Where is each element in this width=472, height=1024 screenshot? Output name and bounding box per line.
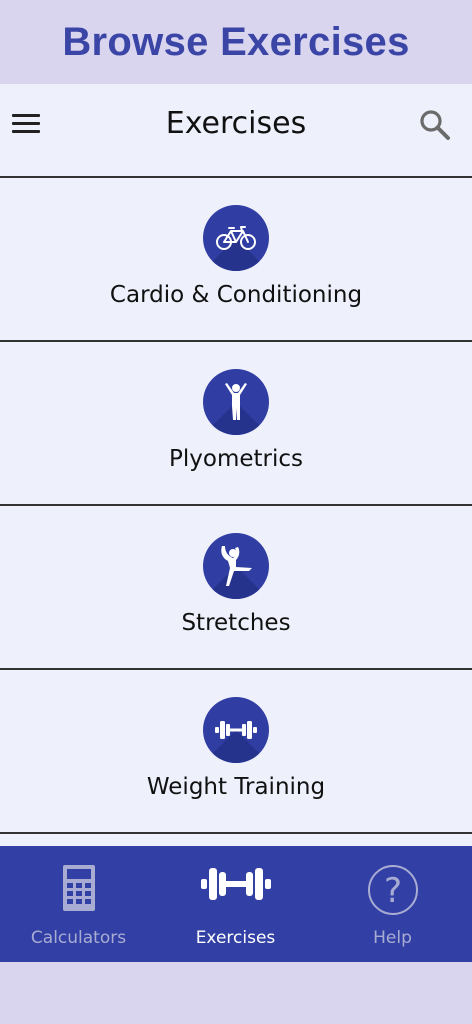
page-title: Exercises — [165, 106, 307, 141]
category-row-plyometrics[interactable]: Plyometrics — [0, 342, 472, 506]
category-label: Cardio & Conditioning — [109, 282, 363, 308]
category-row-cardio[interactable]: Cardio & Conditioning — [0, 178, 472, 342]
nav-label: Help — [373, 928, 412, 948]
nav-item-help[interactable]: ? Help — [314, 846, 471, 962]
nav-item-exercises[interactable]: Exercises — [157, 846, 314, 962]
bottom-navigation: Calculators Exercises ? Help — [0, 846, 472, 962]
category-label: Weight Training — [146, 774, 326, 800]
footer-area — [0, 962, 472, 1024]
app-screen: Exercises Cardio & Conditioning Plyometr… — [0, 84, 472, 846]
dumbbell-icon — [200, 868, 271, 900]
search-icon[interactable] — [418, 108, 452, 142]
calculator-icon — [62, 865, 95, 911]
nav-label: Calculators — [30, 928, 127, 948]
nav-item-calculators[interactable]: Calculators — [0, 846, 157, 962]
help-icon: ? — [367, 865, 418, 915]
svg-text:?: ? — [383, 871, 401, 911]
category-row-stretches[interactable]: Stretches — [0, 506, 472, 670]
nav-label: Exercises — [195, 928, 276, 948]
category-label: Plyometrics — [169, 446, 303, 472]
category-label: Stretches — [181, 610, 291, 636]
dumbbell-icon — [203, 697, 269, 763]
page-banner: Browse Exercises — [0, 0, 472, 84]
bicycle-icon — [203, 205, 269, 271]
app-bar: Exercises — [0, 84, 472, 178]
stretching-person-icon — [203, 533, 269, 599]
category-row-weight-training[interactable]: Weight Training — [0, 670, 472, 834]
banner-title: Browse Exercises — [62, 19, 410, 64]
jumping-person-icon — [203, 369, 269, 435]
